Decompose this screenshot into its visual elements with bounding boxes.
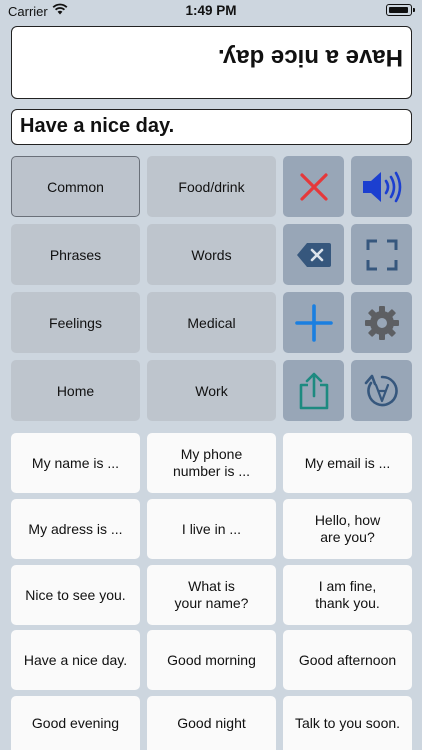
close-icon <box>299 172 328 201</box>
category-label: Home <box>56 382 95 399</box>
backspace-button[interactable] <box>283 224 344 285</box>
category-label: Medical <box>187 314 236 331</box>
category-label: Phrases <box>49 246 102 263</box>
phrase-button[interactable]: My phone number is ... <box>147 433 276 493</box>
rotate-text-icon <box>364 374 398 406</box>
flipped-display-text: Have a nice day. <box>218 44 403 71</box>
phrase-button[interactable]: Good evening <box>11 696 140 750</box>
speaker-icon <box>362 171 401 202</box>
phrase-label: Have a nice day. <box>23 651 128 668</box>
clear-button[interactable] <box>283 156 344 217</box>
add-phrase-button[interactable] <box>283 292 344 353</box>
flip-text-button[interactable] <box>351 360 412 421</box>
category-phrases[interactable]: Phrases <box>11 224 140 285</box>
category-label: Feelings <box>49 314 102 331</box>
phrase-label: Good morning <box>167 651 256 668</box>
speak-button[interactable] <box>351 156 412 217</box>
phrase-label: Good night <box>177 714 246 731</box>
battery-icon <box>386 4 415 16</box>
settings-button[interactable] <box>351 292 412 353</box>
phrase-label: My phone number is ... <box>172 446 251 479</box>
phrase-label: My adress is ... <box>28 520 123 537</box>
status-time: 1:49 PM <box>185 3 237 18</box>
phrase-label: Hello, how are you? <box>314 512 381 545</box>
category-medical[interactable]: Medical <box>147 292 276 353</box>
message-display[interactable]: Have a nice day. <box>11 109 412 145</box>
phrase-button[interactable]: Have a nice day. <box>11 630 140 690</box>
phrase-label: Good afternoon <box>298 651 397 668</box>
phrase-label: My name is ... <box>31 454 120 471</box>
fullscreen-icon <box>366 239 397 270</box>
fullscreen-button[interactable] <box>351 224 412 285</box>
phrase-button[interactable]: I live in ... <box>147 499 276 559</box>
share-icon <box>299 372 328 409</box>
category-label: Food/drink <box>178 178 245 195</box>
category-work[interactable]: Work <box>147 360 276 421</box>
phrase-label: My email is ... <box>304 454 391 471</box>
category-label: Common <box>47 178 104 195</box>
phrase-button[interactable]: My name is ... <box>11 433 140 493</box>
phrase-button[interactable]: My adress is ... <box>11 499 140 559</box>
category-feelings[interactable]: Feelings <box>11 292 140 353</box>
phrase-button[interactable]: I am fine, thank you. <box>283 565 412 625</box>
status-bar: Carrier 1:49 PM <box>0 0 422 22</box>
phrase-button[interactable]: My email is ... <box>283 433 412 493</box>
category-words[interactable]: Words <box>147 224 276 285</box>
category-home[interactable]: Home <box>11 360 140 421</box>
phrase-label: I am fine, thank you. <box>315 578 380 611</box>
category-food-drink[interactable]: Food/drink <box>147 156 276 217</box>
phrase-label: Nice to see you. <box>25 586 126 603</box>
phrase-label: What is your name? <box>174 578 249 611</box>
phrase-button[interactable]: What is your name? <box>147 565 276 625</box>
message-display-text: Have a nice day. <box>20 115 175 137</box>
category-common[interactable]: Common <box>11 156 140 217</box>
phrase-button[interactable]: Good afternoon <box>283 630 412 690</box>
phrase-button[interactable]: Nice to see you. <box>11 565 140 625</box>
backspace-icon <box>296 242 331 267</box>
phrase-label: Good evening <box>31 714 120 731</box>
share-button[interactable] <box>283 360 344 421</box>
phrase-label: I live in ... <box>181 520 242 537</box>
gear-icon <box>364 305 399 340</box>
category-label: Words <box>191 246 232 263</box>
phrase-button[interactable]: Good night <box>147 696 276 750</box>
category-label: Work <box>195 382 228 399</box>
phrase-button[interactable]: Hello, how are you? <box>283 499 412 559</box>
phrase-label: Talk to you soon. <box>294 714 401 731</box>
phrase-button[interactable]: Talk to you soon. <box>283 696 412 750</box>
flipped-display: Have a nice day. <box>11 26 412 99</box>
phrase-button[interactable]: Good morning <box>147 630 276 690</box>
plus-icon <box>294 303 333 342</box>
